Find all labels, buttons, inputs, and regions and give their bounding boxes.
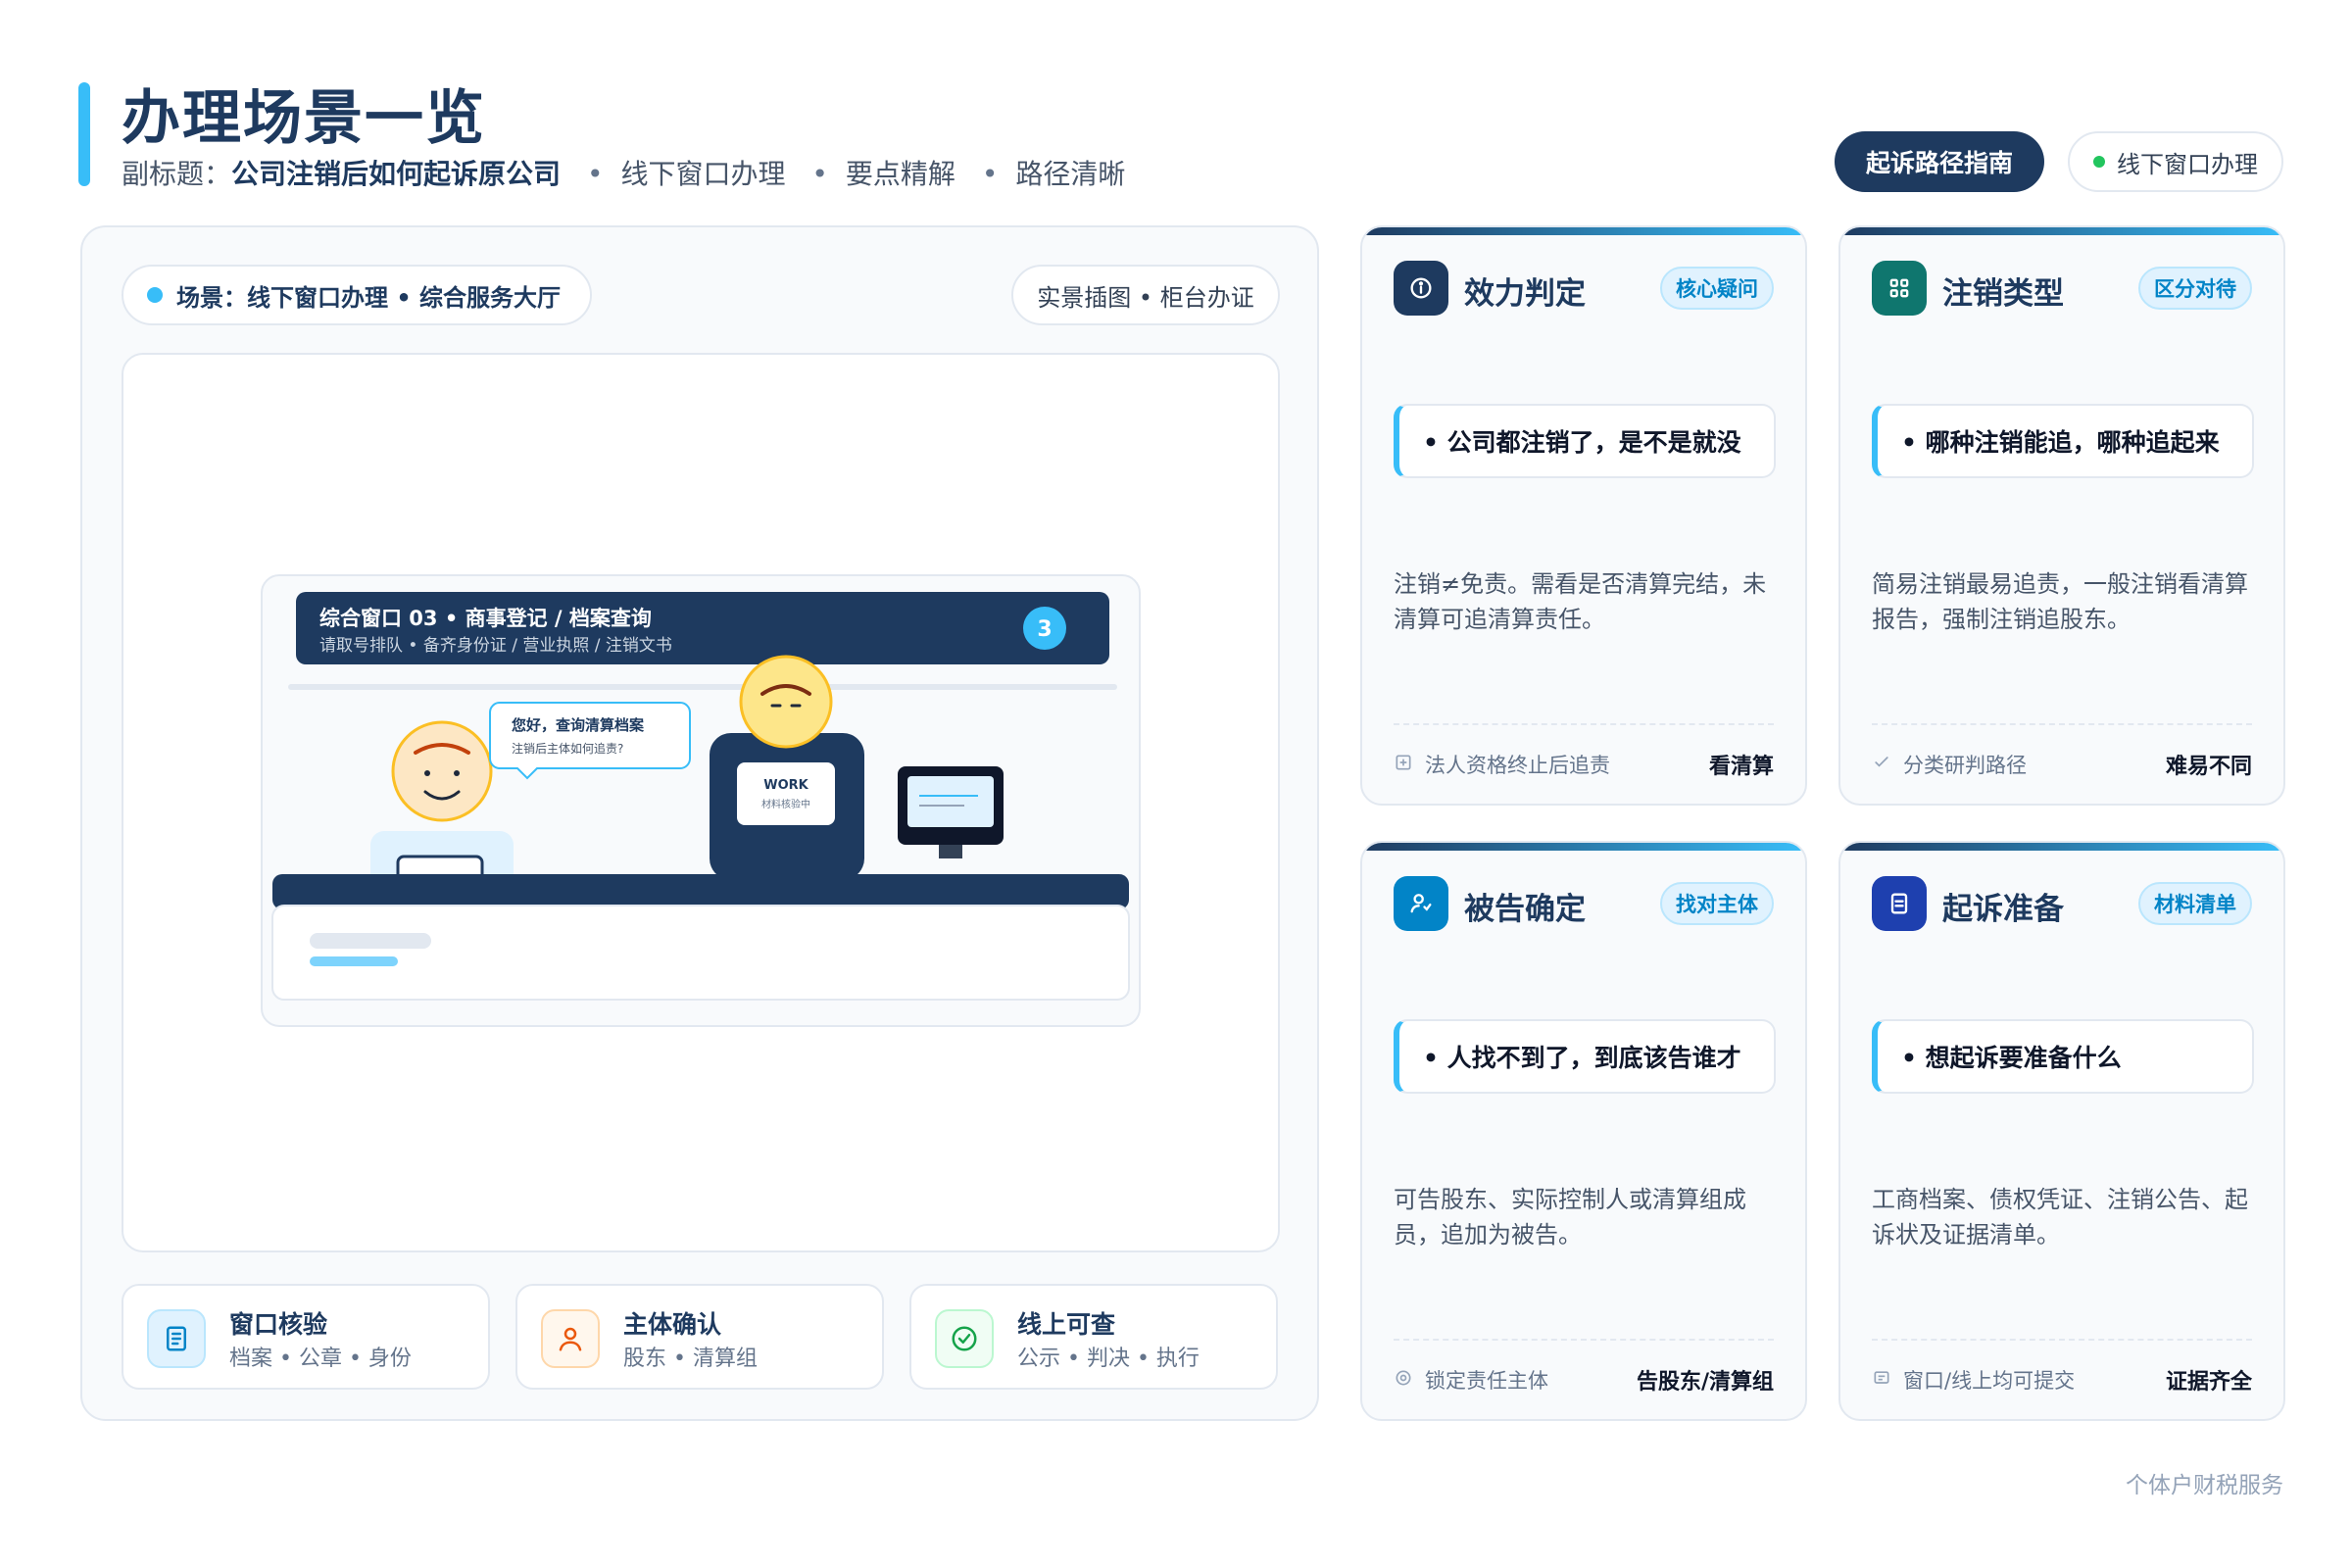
- counter-front: [271, 905, 1130, 1001]
- user-search-icon: [1394, 876, 1448, 931]
- window-sign-subtitle: 请取号排队 • 备齐身份证 / 营业执照 / 注销文书: [319, 636, 672, 656]
- window-mode-label: 线下窗口办理: [2117, 150, 2258, 178]
- feature-subtitle: 股东 • 清算组: [623, 1347, 758, 1371]
- clerk-badge-title: WORK: [763, 778, 808, 793]
- subtitle-main: 公司注销后如何起诉原公司: [231, 158, 562, 190]
- card-footer-tag: 告股东/清算组: [1636, 1370, 1774, 1395]
- window-sign-title: 综合窗口 03 • 商事登记 / 档案查询: [319, 607, 652, 630]
- card-question: • 人找不到了，到底该告谁才: [1394, 1019, 1776, 1094]
- card-title: 注销类型: [1942, 276, 2064, 312]
- subtitle-separator: •: [586, 158, 604, 190]
- message-icon: [1872, 1368, 1891, 1393]
- monitor-screen: [907, 776, 994, 827]
- card-title: 被告确定: [1464, 892, 1586, 927]
- file-icon: [1872, 876, 1927, 931]
- card-accent-bar: [1362, 843, 1805, 851]
- scene-panel: 场景：线下窗口办理 • 综合服务大厅 实景插图 • 柜台办证 综合窗口 03 •…: [80, 225, 1319, 1421]
- card-footer: 窗口/线上均可提交 证据齐全: [1872, 1339, 2252, 1419]
- speech-bubble: [489, 702, 691, 780]
- card-description: 可告股东、实际控制人或清算组成员，追加为被告。: [1394, 1186, 1746, 1249]
- counter-top: [272, 874, 1129, 909]
- card-footer-tag: 看清算: [1708, 755, 1774, 779]
- plus-square-icon: [1394, 753, 1413, 777]
- feature-subject-confirm[interactable]: 主体确认 股东 • 清算组: [515, 1284, 884, 1390]
- document-icon: [147, 1309, 206, 1368]
- scene-label-pill: 场景：线下窗口办理 • 综合服务大厅: [122, 265, 592, 325]
- card-footer-tag: 难易不同: [2165, 755, 2252, 779]
- scene-tag: 实景插图 • 柜台办证: [1011, 265, 1280, 325]
- customer-eye: [454, 770, 460, 776]
- card-footer-note: 分类研判路径: [1903, 754, 2027, 777]
- target-icon: [1394, 1368, 1413, 1393]
- card-footer-note: 法人资格终止后追责: [1425, 754, 1610, 777]
- shelf-line: [288, 684, 1117, 690]
- card-accent-bar: [1362, 227, 1805, 235]
- page-subtitle: 副标题：公司注销后如何起诉原公司 • 线下窗口办理 • 要点精解 • 路径清晰: [122, 153, 1125, 192]
- brand-footer: 个体户财税服务: [2126, 1473, 2283, 1498]
- card-lawsuit-prep[interactable]: 起诉准备 材料清单 • 想起诉要准备什么 工商档案、债权凭证、注销公告、起诉状及…: [1838, 841, 2285, 1421]
- check-icon: [1872, 753, 1891, 777]
- feature-title: 窗口核验: [229, 1310, 328, 1339]
- subtitle-tag: 路径清晰: [1015, 158, 1126, 190]
- card-accent-bar: [1840, 227, 2283, 235]
- card-question: • 想起诉要准备什么: [1872, 1019, 2254, 1094]
- card-question: • 哪种注销能追，哪种追起来: [1872, 404, 2254, 478]
- card-validity[interactable]: 效力判定 核心疑问 • 公司都注销了，是不是就没 注销≠免责。需看是否清算完结，…: [1360, 225, 1807, 806]
- window-mode-pill[interactable]: 线下窗口办理: [2068, 131, 2283, 192]
- subtitle-tag: 要点精解: [845, 158, 956, 190]
- status-dot-icon: [2093, 156, 2105, 168]
- card-accent-bar: [1840, 843, 2283, 851]
- subtitle-separator: •: [811, 158, 828, 190]
- clerk-badge-subtitle: 材料核验中: [761, 798, 810, 810]
- card-question: • 公司都注销了，是不是就没: [1394, 404, 1776, 478]
- feature-online-query[interactable]: 线上可查 公示 • 判决 • 执行: [909, 1284, 1278, 1390]
- queue-number: 3: [1037, 617, 1052, 642]
- card-footer: 分类研判路径 难易不同: [1872, 723, 2252, 804]
- page-title: 办理场景一览: [122, 84, 486, 153]
- card-badge: 区分对待: [2138, 267, 2252, 310]
- card-footer-note: 窗口/线上均可提交: [1903, 1369, 2076, 1393]
- title-accent-bar: [78, 82, 90, 186]
- card-badge: 材料清单: [2138, 882, 2252, 925]
- feature-title: 主体确认: [623, 1310, 722, 1339]
- card-footer-note: 锁定责任主体: [1425, 1369, 1548, 1393]
- customer-head: [391, 720, 493, 822]
- info-icon: [1394, 261, 1448, 316]
- card-badge: 核心疑问: [1660, 267, 1774, 310]
- monitor-stand: [939, 845, 962, 858]
- feature-subtitle: 档案 • 公章 • 身份: [229, 1347, 412, 1371]
- scene-illustration: 综合窗口 03 • 商事登记 / 档案查询 请取号排队 • 备齐身份证 / 营业…: [122, 353, 1280, 1252]
- card-title: 起诉准备: [1942, 892, 2064, 927]
- card-description: 注销≠免责。需看是否清算完结，未清算可追清算责任。: [1394, 570, 1767, 633]
- card-badge: 找对主体: [1660, 882, 1774, 925]
- card-description: 简易注销最易追责，一般注销看清算报告，强制注销追股东。: [1872, 570, 2248, 633]
- feature-window-check[interactable]: 窗口核验 档案 • 公章 • 身份: [122, 1284, 490, 1390]
- card-description: 工商档案、债权凭证、注销公告、起诉状及证据清单。: [1872, 1186, 2248, 1249]
- clerk-badge: [737, 762, 835, 825]
- counter-accent: [310, 956, 398, 966]
- check-circle-icon: [935, 1309, 994, 1368]
- feature-subtitle: 公示 • 判决 • 执行: [1017, 1347, 1200, 1371]
- card-cancel-type[interactable]: 注销类型 区分对待 • 哪种注销能追，哪种追起来 简易注销最易追责，一般注销看清…: [1838, 225, 2285, 806]
- feature-title: 线上可查: [1017, 1310, 1116, 1339]
- subtitle-tag: 线下窗口办理: [620, 158, 786, 190]
- counter-placeholder: [310, 933, 431, 949]
- card-footer: 法人资格终止后追责 看清算: [1394, 723, 1774, 804]
- subtitle-separator: •: [981, 158, 999, 190]
- card-footer-tag: 证据齐全: [2165, 1370, 2252, 1395]
- person-icon: [541, 1309, 600, 1368]
- card-footer: 锁定责任主体 告股东/清算组: [1394, 1339, 1774, 1419]
- clerk-head: [739, 655, 833, 749]
- grid-icon: [1872, 261, 1927, 316]
- speech-bubble-subtitle: 注销后主体如何追责?: [512, 741, 623, 756]
- counter-illustration: 综合窗口 03 • 商事登记 / 档案查询 请取号排队 • 备齐身份证 / 营业…: [261, 574, 1141, 1027]
- card-defendant[interactable]: 被告确定 找对主体 • 人找不到了，到底该告谁才 可告股东、实际控制人或清算组成…: [1360, 841, 1807, 1421]
- speech-bubble-title: 您好，查询清算档案: [511, 716, 645, 734]
- guide-button[interactable]: 起诉路径指南: [1835, 131, 2044, 192]
- subtitle-prefix: 副标题：: [122, 158, 232, 190]
- scene-dot-icon: [147, 287, 163, 303]
- customer-eye: [424, 770, 430, 776]
- card-title: 效力判定: [1464, 276, 1586, 312]
- scene-label: 场景：线下窗口办理 • 综合服务大厅: [176, 283, 562, 312]
